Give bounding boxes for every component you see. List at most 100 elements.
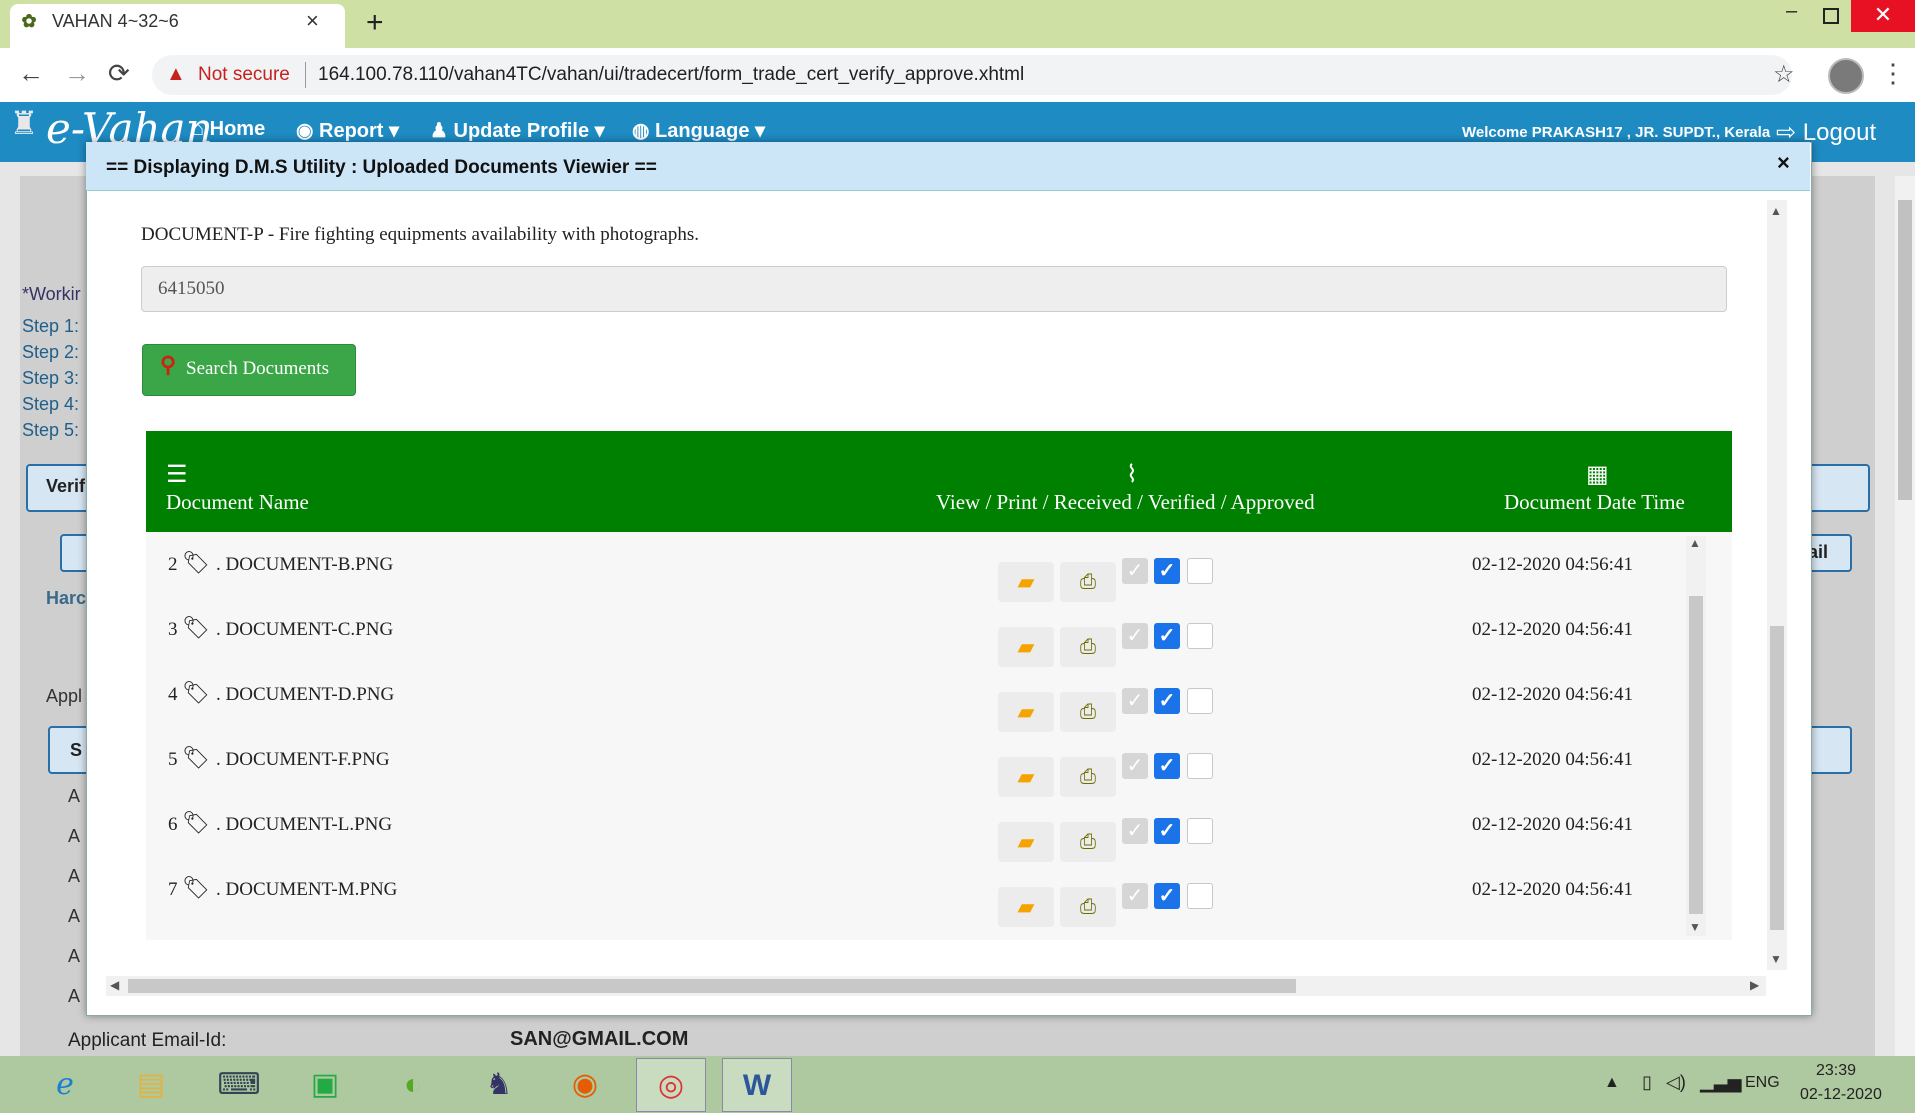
reload-icon[interactable]: ⟳ (108, 58, 130, 89)
approved-checkbox[interactable] (1187, 883, 1213, 909)
print-button[interactable]: ⎙ (1060, 757, 1116, 797)
window-close-button[interactable]: ✕ (1851, 0, 1915, 32)
approved-checkbox[interactable] (1187, 753, 1213, 779)
verified-checkbox[interactable]: ✓ (1154, 623, 1180, 649)
folder-open-icon: ▰ (1017, 569, 1035, 594)
view-folder-button[interactable]: ▰ (998, 887, 1054, 927)
approved-checkbox[interactable] (1187, 688, 1213, 714)
dreamweaver-icon[interactable]: ◐ (378, 1058, 448, 1112)
dialog-vertical-scrollbar-thumb[interactable] (1770, 626, 1784, 930)
firefox-icon[interactable]: ◉ (550, 1058, 620, 1112)
view-folder-button[interactable]: ▰ (998, 562, 1054, 602)
received-checkbox[interactable]: ✓ (1122, 623, 1148, 649)
browser-menu-icon[interactable]: ⋮ (1880, 58, 1906, 89)
received-checkbox[interactable]: ✓ (1122, 883, 1148, 909)
column-document-name: Document Name (166, 490, 309, 514)
print-button[interactable]: ⎙ (1060, 627, 1116, 667)
dialog-horizontal-scrollbar-thumb[interactable] (128, 979, 1296, 993)
internet-explorer-icon[interactable]: ℯ (30, 1058, 100, 1112)
emblem-logo-icon: ♜ (9, 105, 39, 141)
print-button[interactable]: ⎙ (1060, 887, 1116, 927)
bookmark-star-icon[interactable]: ☆ (1773, 60, 1795, 89)
verified-checkbox[interactable]: ✓ (1154, 558, 1180, 584)
window-restore-button[interactable] (1823, 8, 1839, 24)
tags-icon: 🏷 (182, 680, 210, 705)
bg-verify-label: Verif (46, 476, 86, 496)
document-name: . DOCUMENT-D.PNG (216, 684, 395, 705)
document-name: . DOCUMENT-M.PNG (216, 879, 398, 900)
input-language[interactable]: ENG (1745, 1074, 1780, 1092)
warning-icon[interactable]: ▲ (166, 63, 186, 86)
nav-update-profile[interactable]: ♟ Update Profile ▾ (430, 118, 605, 143)
verified-checkbox[interactable]: ✓ (1154, 753, 1180, 779)
scroll-down-arrow-icon[interactable]: ▼ (1770, 952, 1782, 966)
bg-step-4: Step 4: (22, 394, 80, 414)
clock-date[interactable]: 02-12-2020 (1800, 1086, 1882, 1104)
approved-checkbox[interactable] (1187, 623, 1213, 649)
scroll-up-arrow-icon[interactable]: ▲ (1770, 204, 1782, 218)
print-button[interactable]: ⎙ (1060, 822, 1116, 862)
app-icon[interactable]: ▣ (290, 1058, 360, 1112)
scroll-down-arrow-icon[interactable]: ▼ (1689, 920, 1701, 934)
print-button[interactable]: ⎙ (1060, 562, 1116, 602)
nav-language[interactable]: ◍ Language ▾ (632, 118, 765, 143)
forward-arrow-icon[interactable]: → (64, 58, 90, 89)
dialog-close-icon[interactable]: × (1777, 150, 1790, 176)
tags-icon: 🏷 (182, 615, 210, 640)
tags-icon: 🏷 (182, 875, 210, 900)
profile-avatar[interactable] (1828, 58, 1864, 94)
view-folder-button[interactable]: ▰ (998, 757, 1054, 797)
file-explorer-icon[interactable]: ▤ (116, 1058, 186, 1112)
view-folder-button[interactable]: ▰ (998, 692, 1054, 732)
postgresql-icon[interactable]: ♞ (464, 1058, 534, 1112)
approved-checkbox[interactable] (1187, 558, 1213, 584)
scroll-right-arrow-icon[interactable]: ▶ (1750, 978, 1759, 992)
new-tab-button[interactable]: + (366, 6, 384, 40)
search-documents-label: Search Documents (186, 358, 329, 379)
bg-step-3: Step 3: (22, 368, 80, 388)
word-icon[interactable]: W (722, 1058, 792, 1112)
verified-checkbox[interactable]: ✓ (1154, 688, 1180, 714)
approved-checkbox[interactable] (1187, 818, 1213, 844)
view-folder-button[interactable]: ▰ (998, 627, 1054, 667)
view-folder-button[interactable]: ▰ (998, 822, 1054, 862)
scroll-up-arrow-icon[interactable]: ▲ (1689, 536, 1701, 550)
table-scrollbar-thumb[interactable] (1689, 596, 1703, 914)
report-icon: ◉ (296, 120, 320, 142)
back-arrow-icon[interactable]: ← (18, 58, 44, 89)
nav-home[interactable]: ⌂ Home (192, 118, 265, 141)
folder-open-icon: ▰ (1017, 894, 1035, 919)
document-name: . DOCUMENT-F.PNG (216, 749, 390, 770)
document-name: . DOCUMENT-L.PNG (216, 814, 393, 835)
bg-email-label: Applicant Email-Id: (68, 1030, 227, 1051)
security-label[interactable]: Not secure (198, 64, 290, 86)
network-signal-icon[interactable]: ▁▃▅ (1700, 1072, 1742, 1093)
tab-close-icon[interactable]: × (306, 8, 319, 34)
battery-icon[interactable]: ▯ (1642, 1072, 1652, 1093)
list-icon: ☰ (166, 461, 188, 488)
volume-icon[interactable]: ◁) (1666, 1072, 1686, 1093)
tray-expand-icon[interactable]: ▲ (1604, 1074, 1620, 1092)
network-app-icon[interactable]: ⌨ (204, 1058, 274, 1112)
verified-checkbox[interactable]: ✓ (1154, 818, 1180, 844)
received-checkbox[interactable]: ✓ (1122, 818, 1148, 844)
print-button[interactable]: ⎙ (1060, 692, 1116, 732)
window-minimize-button[interactable]: – (1786, 0, 1797, 23)
nav-report[interactable]: ◉ Report ▾ (296, 118, 399, 143)
bg-a-label-4: A (68, 906, 81, 926)
chrome-icon[interactable]: ◎ (636, 1058, 706, 1112)
application-number-input[interactable] (141, 266, 1727, 312)
received-checkbox[interactable]: ✓ (1122, 688, 1148, 714)
column-actions: View / Print / Received / Verified / App… (936, 490, 1315, 514)
page-scrollbar-thumb[interactable] (1898, 200, 1912, 500)
print-icon: ⎙ (1080, 701, 1096, 723)
scroll-left-arrow-icon[interactable]: ◀ (110, 978, 119, 992)
verified-checkbox[interactable]: ✓ (1154, 883, 1180, 909)
received-checkbox[interactable]: ✓ (1122, 753, 1148, 779)
received-checkbox[interactable]: ✓ (1122, 558, 1148, 584)
print-icon: ⎙ (1080, 571, 1096, 593)
documents-table-header (146, 431, 1732, 532)
bg-appl-label: Appl (46, 686, 83, 706)
url-text[interactable]: 164.100.78.110/vahan4TC/vahan/ui/tradece… (318, 64, 1024, 86)
clock-time[interactable]: 23:39 (1816, 1062, 1856, 1080)
